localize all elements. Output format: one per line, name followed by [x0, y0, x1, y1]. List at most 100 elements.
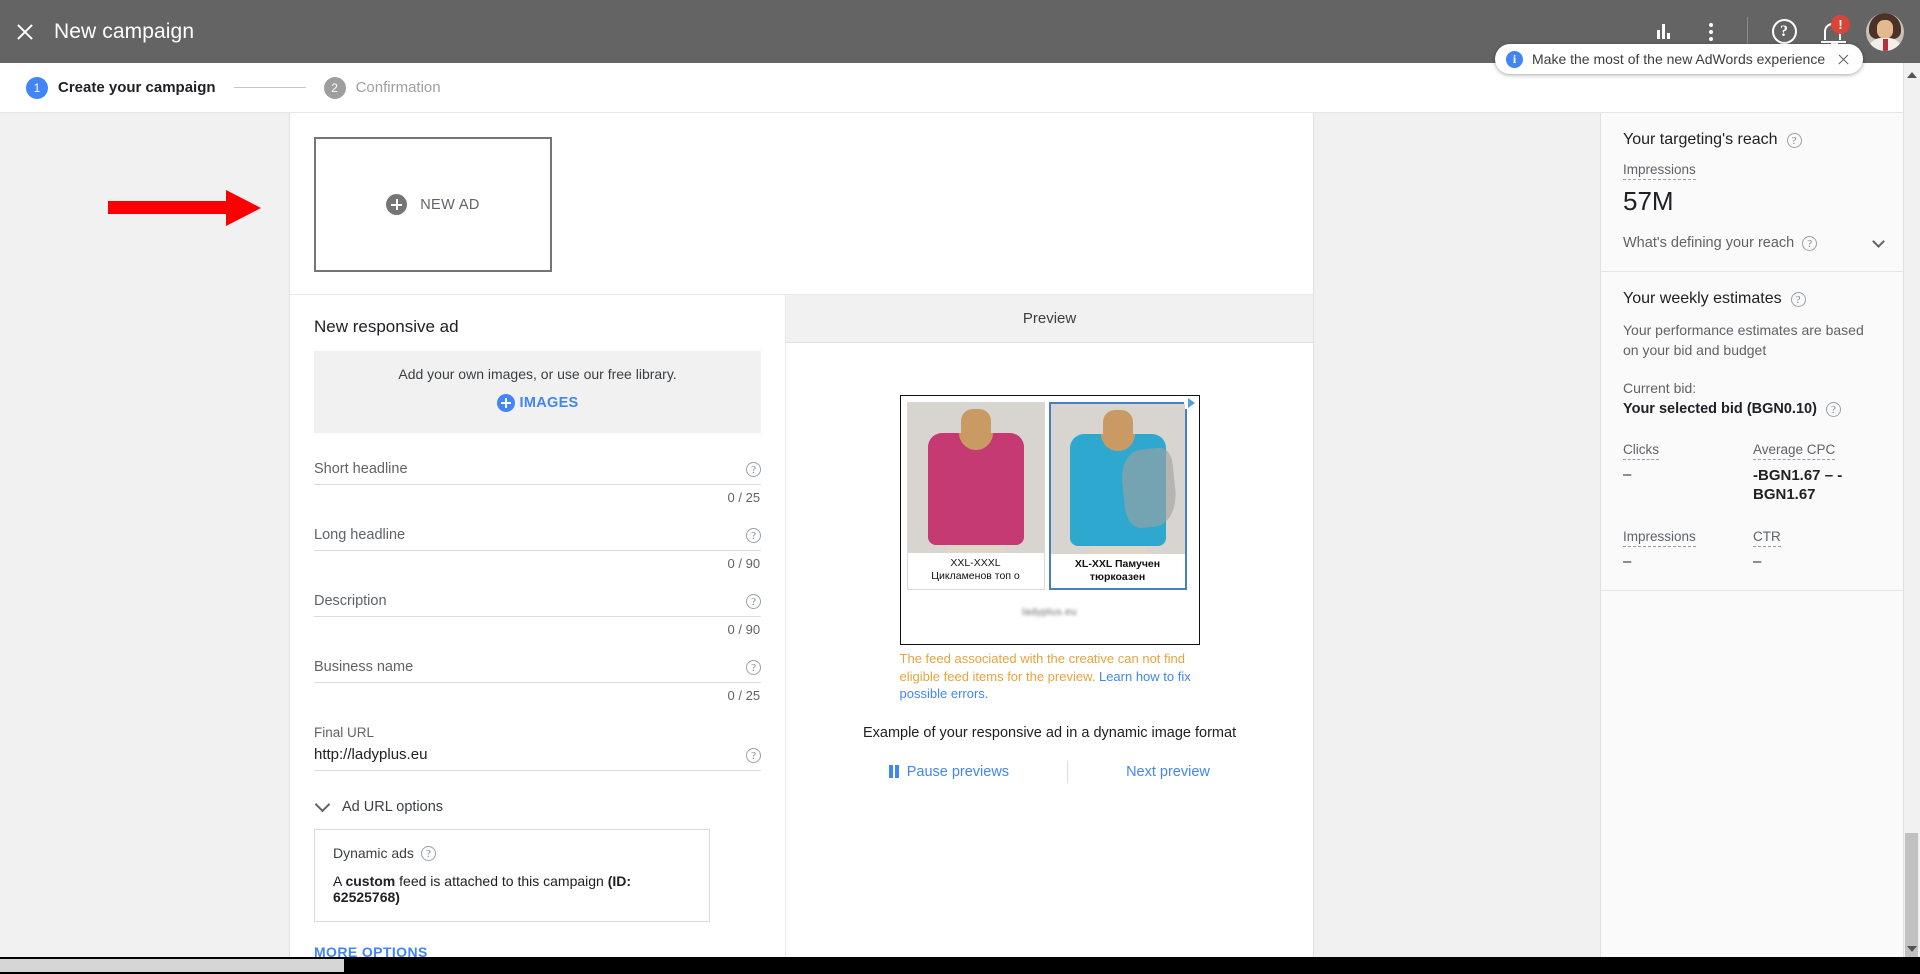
new-ad-button[interactable]: NEW AD [314, 137, 552, 272]
promo-tooltip[interactable]: i Make the most of the new AdWords exper… [1495, 44, 1864, 74]
ad-editor-columns: New responsive ad Add your own images, o… [290, 295, 1313, 960]
field-label[interactable]: Long headline [314, 527, 405, 543]
ad-product-tiles: XXL-XXXL Цикламенов топ о XL-XXL Памучен… [901, 396, 1199, 590]
preview-warning: The feed associated with the creative ca… [900, 650, 1200, 703]
field-label[interactable]: Description [314, 593, 387, 609]
images-box-text: Add your own images, or use our free lib… [398, 366, 677, 382]
character-counter: 0 / 25 [727, 490, 761, 505]
estimates-sidebar: Your targeting's reach ? Impressions 57M… [1600, 113, 1905, 974]
campaign-content-card: NEW AD New responsive ad Add your own im… [289, 113, 1314, 974]
divider [1067, 760, 1069, 783]
adchoices-icon[interactable] [1183, 396, 1199, 409]
metric-label[interactable]: Average CPC [1753, 442, 1836, 460]
desc-mid: feed is attached to this campaign [395, 873, 608, 889]
impressions-value: 57M [1623, 186, 1674, 216]
info-icon: i [1506, 50, 1523, 68]
horizontal-scrollbar-thumb[interactable] [0, 959, 344, 972]
vertical-scrollbar[interactable] [1903, 63, 1920, 974]
metrics-row-2: Impressions – CTR – [1623, 528, 1883, 570]
close-icon[interactable] [1837, 53, 1850, 66]
help-icon[interactable]: ? [746, 660, 762, 675]
preview-example-text: Example of your responsive ad in a dynam… [862, 724, 1237, 741]
add-images-button[interactable]: IMAGES [496, 394, 579, 412]
current-bid-row: Your selected bid (BGN0.10) ? [1623, 401, 1883, 417]
scroll-down-arrow-icon[interactable] [1907, 946, 1917, 952]
add-images-label: IMAGES [519, 395, 579, 411]
step-number: 2 [323, 76, 346, 99]
field-business-name: Business name ? 0 / 25 [314, 659, 762, 703]
pause-previews-button[interactable]: Pause previews [889, 764, 1009, 780]
step-create-campaign[interactable]: 1 Create your campaign [26, 76, 216, 99]
ad-form-column: New responsive ad Add your own images, o… [290, 295, 785, 960]
metric-value: – [1623, 553, 1632, 570]
caption-line-2: Цикламенов топ о [931, 569, 1020, 582]
metric-label[interactable]: CTR [1753, 529, 1781, 547]
metric-label[interactable]: Impressions [1623, 529, 1696, 547]
vertical-scrollbar-thumb[interactable] [1905, 833, 1918, 974]
help-icon[interactable]: ? [1802, 235, 1818, 251]
field-label[interactable]: Short headline [314, 461, 408, 477]
step-label: Create your campaign [58, 79, 216, 96]
current-bid-label: Current bid: [1623, 380, 1697, 396]
field-label[interactable]: Business name [314, 659, 413, 675]
scroll-up-arrow-icon[interactable] [1907, 72, 1917, 78]
step-label: Confirmation [355, 79, 441, 96]
ad-url-options-label: Ad URL options [342, 799, 444, 815]
chevron-down-icon [1872, 234, 1885, 248]
horizontal-scrollbar[interactable] [0, 957, 1920, 974]
step-number: 1 [26, 76, 48, 99]
metrics-row-1: Clicks – Average CPC -BGN1.67 – -BGN1.67 [1623, 441, 1883, 504]
form-title: New responsive ad [314, 317, 459, 336]
ad-preview-frame[interactable]: XXL-XXXL Цикламенов топ о XL-XXL Памучен… [899, 395, 1200, 645]
dynamic-ads-box: Dynamic ads ? A custom feed is attached … [314, 829, 710, 922]
page-title: New campaign [54, 19, 195, 43]
preview-body: XXL-XXXL Цикламенов топ о XL-XXL Памучен… [786, 343, 1313, 783]
metric-label[interactable]: Clicks [1623, 442, 1659, 460]
help-icon[interactable]: ? [420, 845, 436, 861]
metric-ctr: CTR – [1753, 528, 1883, 570]
preview-header: Preview [786, 295, 1313, 343]
estimates-description: Your performance estimates are based on … [1623, 322, 1864, 358]
preview-controls: Pause previews Next preview [786, 760, 1313, 783]
avatar[interactable] [1866, 12, 1904, 51]
metric-value: – [1753, 553, 1762, 570]
metric-value: – [1623, 466, 1632, 483]
product-image [907, 403, 1044, 553]
character-counter: 0 / 25 [727, 688, 761, 703]
metric-impressions: Impressions – [1623, 528, 1753, 570]
help-icon[interactable]: ? [746, 462, 762, 477]
whats-defining-reach-toggle[interactable]: What's defining your reach ? [1623, 234, 1885, 251]
field-final-url: Final URL http://ladyplus.eu ? [314, 725, 762, 771]
preview-column: Preview XXL-XXXL Цикламенов топ о XL-XXL… [785, 295, 1313, 960]
dynamic-ads-title: Dynamic ads [333, 845, 414, 861]
product-tile[interactable]: XXL-XXXL Цикламенов топ о [906, 402, 1045, 590]
help-icon[interactable]: ? [1786, 132, 1802, 148]
pause-previews-label: Pause previews [906, 763, 1010, 780]
estimates-title: Your weekly estimates [1623, 290, 1782, 307]
dynamic-ads-description: A custom feed is attached to this campai… [333, 873, 691, 905]
help-icon[interactable]: ? [746, 594, 762, 609]
field-description: Description ? 0 / 90 [314, 593, 762, 637]
product-tile-selected[interactable]: XL-XXL Памучен тюркоазен [1048, 402, 1187, 590]
ad-display-url: ladyplus.eu [901, 602, 1199, 620]
whats-defining-reach-label: What's defining your reach [1623, 235, 1795, 251]
weekly-estimates-section: Your weekly estimates ? Your performance… [1601, 272, 1905, 591]
final-url-value[interactable]: http://ladyplus.eu [314, 746, 427, 763]
desc-bold-custom: custom [345, 873, 396, 889]
ad-url-options-toggle[interactable]: Ad URL options [314, 796, 761, 815]
caption-line-2: тюркоазен [1089, 570, 1146, 583]
preview-header-label: Preview [1022, 310, 1077, 327]
next-preview-label: Next preview [1126, 763, 1210, 780]
help-icon[interactable]: ? [1790, 291, 1806, 307]
next-preview-button[interactable]: Next preview [1126, 764, 1210, 780]
character-counter: 0 / 90 [727, 622, 761, 637]
help-icon[interactable]: ? [1825, 401, 1841, 417]
new-ad-label: NEW AD [420, 196, 480, 213]
help-icon[interactable]: ? [746, 748, 762, 763]
close-icon[interactable] [14, 21, 36, 43]
help-icon[interactable]: ? [746, 528, 762, 543]
step-confirmation[interactable]: 2 Confirmation [323, 76, 441, 99]
field-long-headline: Long headline ? 0 / 90 [314, 527, 762, 571]
promo-text: Make the most of the new AdWords experie… [1532, 51, 1826, 67]
impressions-label[interactable]: Impressions [1623, 162, 1696, 180]
